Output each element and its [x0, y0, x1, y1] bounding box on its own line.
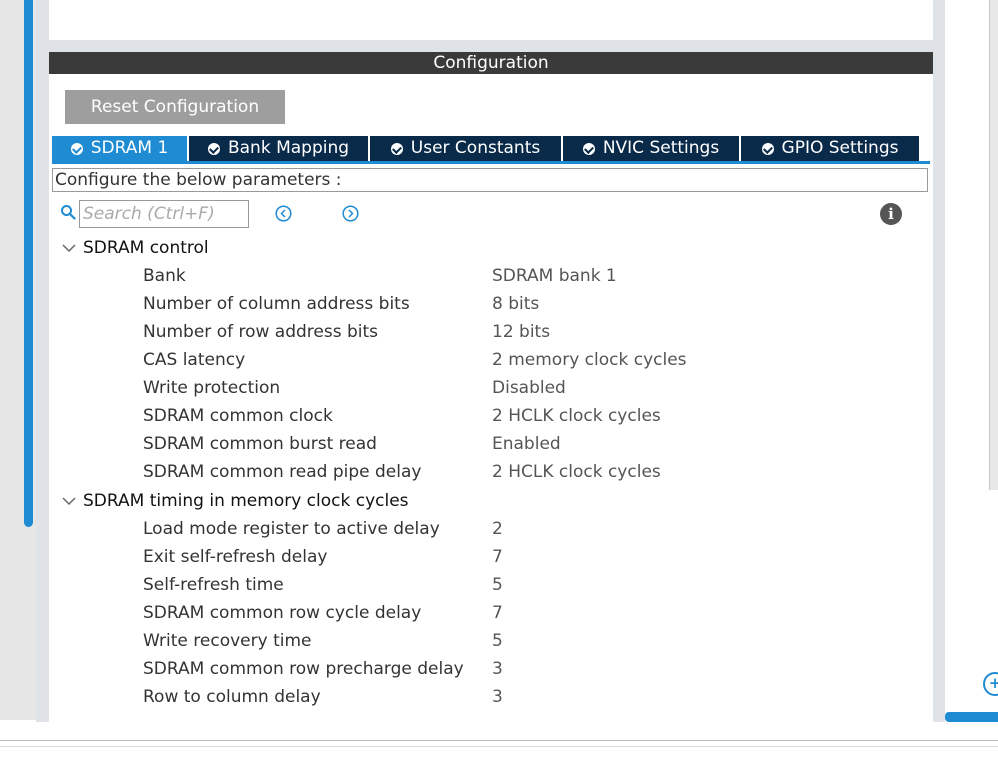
tab-bar: SDRAM 1 Bank Mapping User Constants NVIC…: [52, 136, 919, 161]
tab-label: GPIO Settings: [781, 138, 899, 158]
param-name: Number of row address bits: [143, 322, 379, 342]
upper-pane: [49, 0, 933, 40]
param-name: SDRAM common read pipe delay: [143, 462, 422, 482]
check-circle-icon: [390, 142, 403, 155]
param-value[interactable]: 3: [492, 683, 503, 711]
bottom-divider: [0, 740, 998, 741]
tab-gpio-settings[interactable]: GPIO Settings: [741, 136, 919, 161]
param-name: Write protection: [143, 378, 281, 398]
info-icon[interactable]: i: [880, 203, 902, 225]
section-title: SDRAM control: [83, 238, 209, 258]
configuration-panel: Reset Configuration SDRAM 1 Bank Mapping…: [49, 74, 933, 722]
pane-separator[interactable]: [49, 40, 933, 52]
param-value[interactable]: 2: [492, 515, 503, 543]
previous-result-icon[interactable]: [275, 205, 292, 222]
configuration-header: Configuration: [49, 52, 933, 74]
param-value[interactable]: 12 bits: [492, 318, 550, 346]
check-circle-icon: [761, 142, 774, 155]
param-value[interactable]: 3: [492, 655, 503, 683]
chevron-down-icon: [62, 497, 76, 506]
tab-label: User Constants: [410, 138, 541, 158]
frame-border-right: [933, 0, 945, 722]
param-row[interactable]: Row to column delay 3: [49, 683, 933, 711]
tab-label: Bank Mapping: [227, 138, 350, 158]
param-name: Write recovery time: [143, 631, 312, 651]
bottom-divider-2: [0, 746, 998, 747]
right-scrollbar[interactable]: [989, 0, 998, 490]
param-row[interactable]: CAS latency 2 memory clock cycles: [49, 346, 933, 374]
search-icon: [61, 205, 76, 220]
tab-label: SDRAM 1: [90, 138, 169, 158]
param-name: SDRAM common burst read: [143, 434, 377, 454]
section-title: SDRAM timing in memory clock cycles: [83, 491, 409, 511]
next-result-icon[interactable]: [342, 205, 359, 222]
param-value[interactable]: 5: [492, 627, 503, 655]
param-name: Bank: [143, 266, 186, 286]
tab-bank-mapping[interactable]: Bank Mapping: [189, 136, 370, 161]
param-name: SDRAM common row cycle delay: [143, 603, 422, 623]
param-row[interactable]: SDRAM common row cycle delay 7: [49, 599, 933, 627]
section-sdram-timing[interactable]: SDRAM timing in memory clock cycles: [61, 489, 409, 513]
param-name: Row to column delay: [143, 687, 321, 707]
param-row[interactable]: SDRAM common read pipe delay 2 HCLK cloc…: [49, 458, 933, 486]
reset-configuration-button[interactable]: Reset Configuration: [65, 90, 285, 124]
right-panel-tab[interactable]: [945, 712, 998, 722]
chevron-down-icon: [62, 244, 76, 253]
param-value[interactable]: 2 HCLK clock cycles: [492, 458, 661, 486]
check-circle-icon: [582, 142, 595, 155]
param-value[interactable]: Enabled: [492, 430, 561, 458]
param-row[interactable]: Self-refresh time 5: [49, 571, 933, 599]
param-name: Self-refresh time: [143, 575, 284, 595]
param-row[interactable]: Number of row address bits 12 bits: [49, 318, 933, 346]
left-scrollbar[interactable]: [24, 0, 33, 527]
param-value[interactable]: 2 HCLK clock cycles: [492, 402, 661, 430]
param-value[interactable]: 5: [492, 571, 503, 599]
param-row[interactable]: SDRAM common burst read Enabled: [49, 430, 933, 458]
tab-user-constants[interactable]: User Constants: [370, 136, 563, 161]
check-circle-icon: [70, 142, 83, 155]
tab-sdram-1[interactable]: SDRAM 1: [52, 136, 189, 161]
param-value[interactable]: 7: [492, 599, 503, 627]
search-input[interactable]: [79, 200, 249, 228]
param-value[interactable]: 7: [492, 543, 503, 571]
parameters-label: Configure the below parameters :: [52, 168, 928, 192]
param-row[interactable]: Write protection Disabled: [49, 374, 933, 402]
param-value[interactable]: 2 memory clock cycles: [492, 346, 687, 374]
param-value[interactable]: Disabled: [492, 374, 566, 402]
param-row[interactable]: SDRAM common row precharge delay 3: [49, 655, 933, 683]
param-name: SDRAM common clock: [143, 406, 333, 426]
param-name: Load mode register to active delay: [143, 519, 440, 539]
param-name: SDRAM common row precharge delay: [143, 659, 464, 679]
param-row[interactable]: Number of column address bits 8 bits: [49, 290, 933, 318]
param-name: CAS latency: [143, 350, 246, 370]
check-circle-icon: [207, 142, 220, 155]
param-name: Number of column address bits: [143, 294, 410, 314]
param-row[interactable]: Write recovery time 5: [49, 627, 933, 655]
tab-underline: [52, 161, 930, 164]
param-name: Exit self-refresh delay: [143, 547, 328, 567]
section-sdram-control[interactable]: SDRAM control: [61, 236, 209, 260]
bottom-bar: [0, 722, 998, 765]
param-row[interactable]: Exit self-refresh delay 7: [49, 543, 933, 571]
param-row[interactable]: Bank SDRAM bank 1: [49, 262, 933, 290]
tab-nvic-settings[interactable]: NVIC Settings: [563, 136, 741, 161]
tab-label: NVIC Settings: [602, 138, 720, 158]
frame-border-left: [36, 0, 49, 722]
param-value[interactable]: 8 bits: [492, 290, 539, 318]
param-row[interactable]: Load mode register to active delay 2: [49, 515, 933, 543]
param-value[interactable]: SDRAM bank 1: [492, 262, 617, 290]
param-row[interactable]: SDRAM common clock 2 HCLK clock cycles: [49, 402, 933, 430]
